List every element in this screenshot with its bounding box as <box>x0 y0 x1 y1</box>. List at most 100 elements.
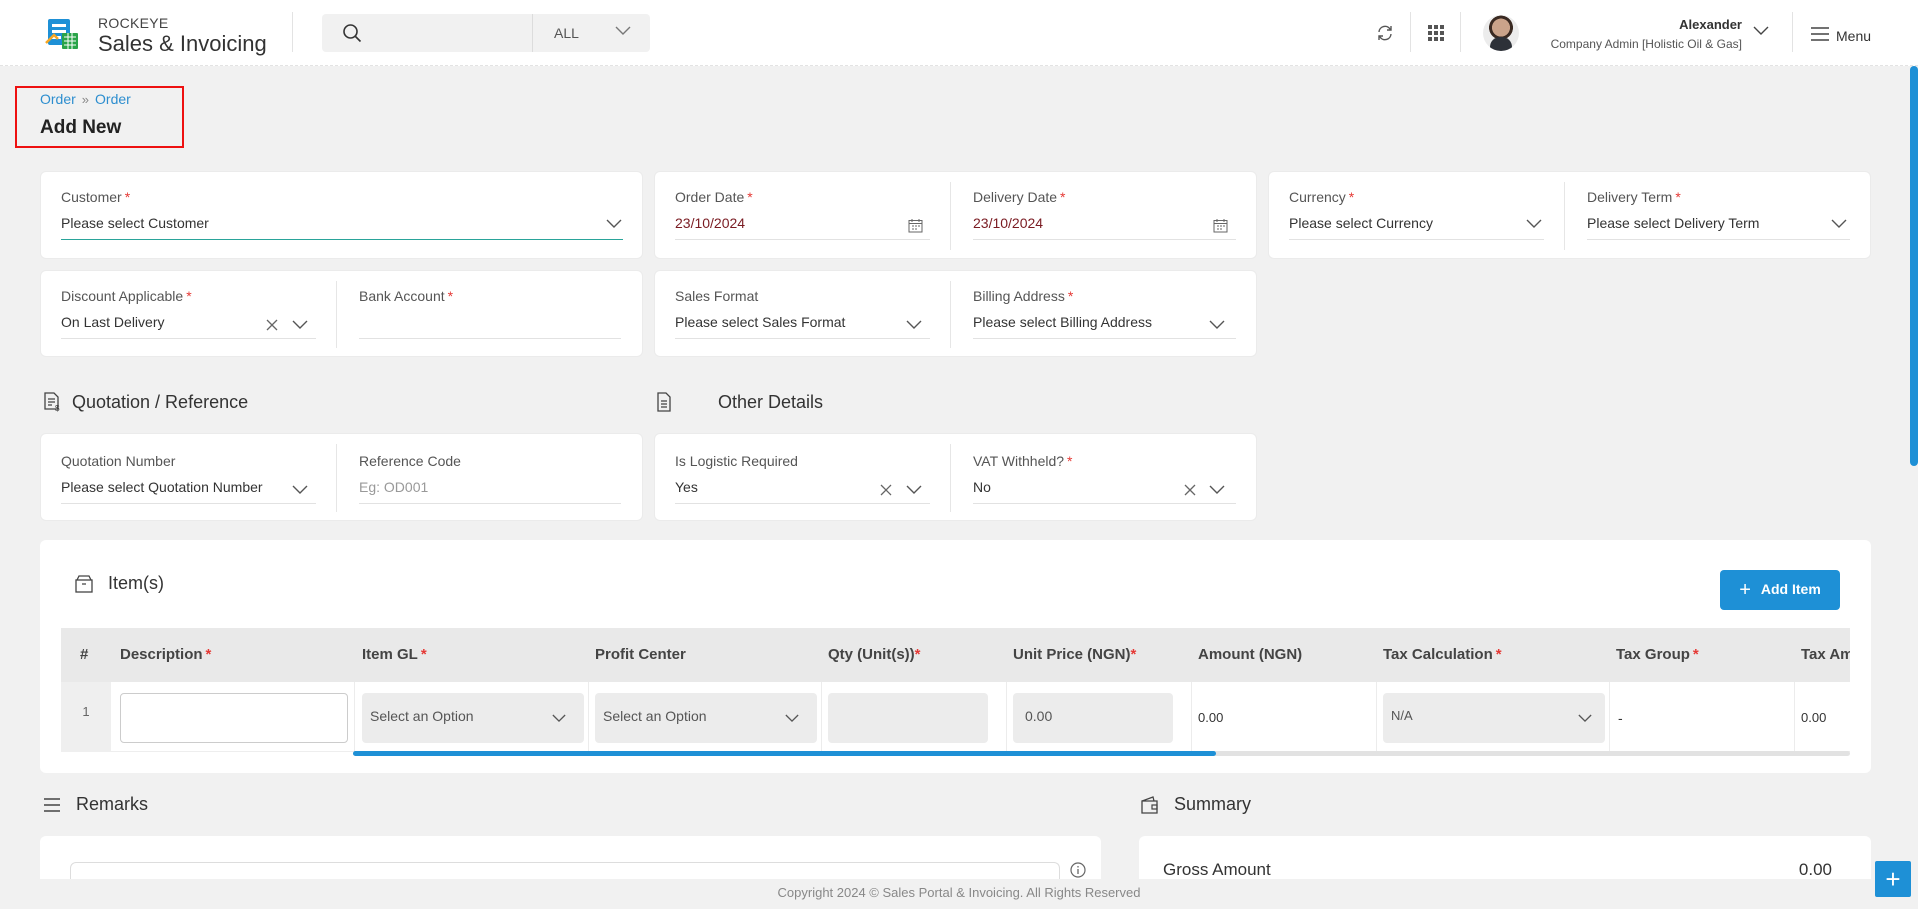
clear-icon[interactable] <box>1184 484 1196 496</box>
profit-center-select[interactable]: Select an Option <box>595 693 817 743</box>
chevron-down-icon <box>1209 320 1225 329</box>
bank-account-field[interactable]: Bank Account * <box>359 288 621 339</box>
discount-applicable-select[interactable]: On Last Delivery <box>61 314 164 330</box>
vat-withheld-label: VAT Withheld? * <box>973 453 1073 469</box>
breadcrumb-order-link[interactable]: Order <box>40 91 76 107</box>
customer-field[interactable]: Customer * Please select Customer <box>61 189 623 240</box>
menu-button-label[interactable]: Menu <box>1836 28 1871 44</box>
user-name[interactable]: Alexander <box>1679 17 1742 32</box>
billing-address-field[interactable]: Billing Address * Please select Billing A… <box>973 288 1236 339</box>
calendar-icon[interactable] <box>1213 218 1228 233</box>
field-underline <box>675 239 930 240</box>
vat-withheld-field[interactable]: VAT Withheld? * No <box>973 453 1236 504</box>
chevron-down-icon <box>1209 485 1225 494</box>
chevron-down-icon <box>552 714 566 723</box>
cell-divider <box>354 682 355 752</box>
search-filter-dropdown[interactable]: ALL <box>532 14 650 52</box>
reference-code-input[interactable]: Eg: OD001 <box>359 479 428 495</box>
breadcrumb-separator-icon: » <box>81 92 90 107</box>
col-num: # <box>80 646 89 663</box>
user-avatar[interactable] <box>1483 15 1519 51</box>
delivery-term-field[interactable]: Delivery Term * Please select Delivery Te… <box>1587 189 1850 240</box>
page-title: Add New <box>40 117 122 138</box>
clear-icon[interactable] <box>266 319 278 331</box>
field-underline <box>973 503 1236 504</box>
unit-price-input[interactable]: 0.00 <box>1013 693 1173 743</box>
chevron-down-icon <box>606 219 622 228</box>
chevron-down-icon <box>906 485 922 494</box>
sales-format-select[interactable]: Please select Sales Format <box>675 314 845 330</box>
description-input[interactable] <box>120 693 348 743</box>
item-gl-select[interactable]: Select an Option <box>362 693 584 743</box>
floating-add-button[interactable]: + <box>1875 861 1911 897</box>
qty-input[interactable] <box>828 693 988 743</box>
vat-withheld-select[interactable]: No <box>973 479 991 495</box>
row-number: 1 <box>61 682 111 752</box>
clear-icon[interactable] <box>880 484 892 496</box>
logistic-required-label: Is Logistic Required <box>675 453 798 469</box>
list-icon <box>44 798 60 812</box>
order-date-field[interactable]: Order Date * 23/10/2024 <box>675 189 930 240</box>
gross-amount-label: Gross Amount <box>1163 860 1271 879</box>
global-search[interactable] <box>322 14 532 52</box>
cell-divider <box>1006 682 1007 752</box>
add-item-label: Add Item <box>1760 580 1821 597</box>
currency-field[interactable]: Currency * Please select Currency <box>1289 189 1544 240</box>
col-tax-calculation: Tax Calculation * <box>1383 646 1502 663</box>
col-qty: Qty (Unit(s))* <box>828 646 921 663</box>
tax-amount-value: 0.00 <box>1801 710 1827 725</box>
search-icon <box>343 24 362 43</box>
customer-select[interactable]: Please select Customer <box>61 215 209 231</box>
header-divider <box>1410 12 1411 52</box>
apps-grid-icon[interactable] <box>1426 23 1446 43</box>
page-vertical-scrollbar[interactable] <box>1910 66 1918 466</box>
discount-applicable-field[interactable]: Discount Applicable * On Last Delivery <box>61 288 316 339</box>
brand-name[interactable]: ROCKEYE Sales & Invoicing <box>98 15 267 57</box>
quotation-number-field[interactable]: Quotation Number Please select Quotation… <box>61 453 316 504</box>
calendar-icon[interactable] <box>908 218 923 233</box>
delivery-date-input[interactable]: 23/10/2024 <box>973 215 1043 231</box>
items-table-header: # Description * Item GL * Profit Center Qt… <box>61 628 1850 682</box>
logistic-required-select[interactable]: Yes <box>675 479 698 495</box>
search-input[interactable] <box>372 20 522 46</box>
refresh-icon[interactable] <box>1375 23 1395 43</box>
order-date-input[interactable]: 23/10/2024 <box>675 215 745 231</box>
app-logo-icon[interactable] <box>44 15 80 51</box>
field-underline <box>61 239 623 240</box>
chevron-down-icon <box>292 485 308 494</box>
logistic-required-field[interactable]: Is Logistic Required Yes <box>675 453 930 504</box>
item-gl-value: Select an Option <box>370 708 474 724</box>
add-item-button[interactable]: + Add Item <box>1720 570 1840 610</box>
sales-format-field[interactable]: Sales Format Please select Sales Format <box>675 288 930 339</box>
top-header: ROCKEYE Sales & Invoicing ALL Alexander … <box>0 0 1918 66</box>
delivery-term-select[interactable]: Please select Delivery Term <box>1587 215 1759 231</box>
billing-address-select[interactable]: Please select Billing Address <box>973 314 1152 330</box>
quotation-card: Quotation Number Please select Quotation… <box>40 433 643 521</box>
quotation-document-icon: $ <box>44 392 60 412</box>
info-icon[interactable] <box>1070 862 1086 878</box>
reference-code-field[interactable]: Reference Code Eg: OD001 <box>359 453 621 504</box>
customer-card: Customer * Please select Customer <box>40 171 643 259</box>
header-divider <box>1792 12 1793 52</box>
reference-code-label: Reference Code <box>359 453 461 469</box>
field-underline <box>359 503 621 504</box>
cell-divider <box>1609 682 1610 752</box>
hamburger-menu-icon[interactable] <box>1810 24 1830 44</box>
discount-bank-card: Discount Applicable * On Last Delivery Ba… <box>40 270 643 357</box>
breadcrumb-order-current[interactable]: Order <box>95 91 131 107</box>
header-divider <box>1460 12 1461 52</box>
quotation-number-select[interactable]: Please select Quotation Number <box>61 479 263 495</box>
field-divider <box>950 444 951 512</box>
user-menu-chevron-icon[interactable] <box>1753 26 1769 36</box>
brand-main-text: Sales & Invoicing <box>98 31 267 56</box>
delivery-date-field[interactable]: Delivery Date * 23/10/2024 <box>973 189 1236 240</box>
tax-calculation-select[interactable]: N/A <box>1383 693 1605 743</box>
table-scroll-thumb[interactable] <box>353 751 1216 756</box>
discount-applicable-label: Discount Applicable * <box>61 288 192 304</box>
currency-select[interactable]: Please select Currency <box>1289 215 1433 231</box>
items-section-title: Item(s) <box>108 573 164 593</box>
col-tax-amount: Tax Am <box>1801 646 1850 663</box>
customer-label: Customer * <box>61 189 131 205</box>
chevron-down-icon <box>292 320 308 329</box>
breadcrumb: Order » Order <box>40 91 131 107</box>
